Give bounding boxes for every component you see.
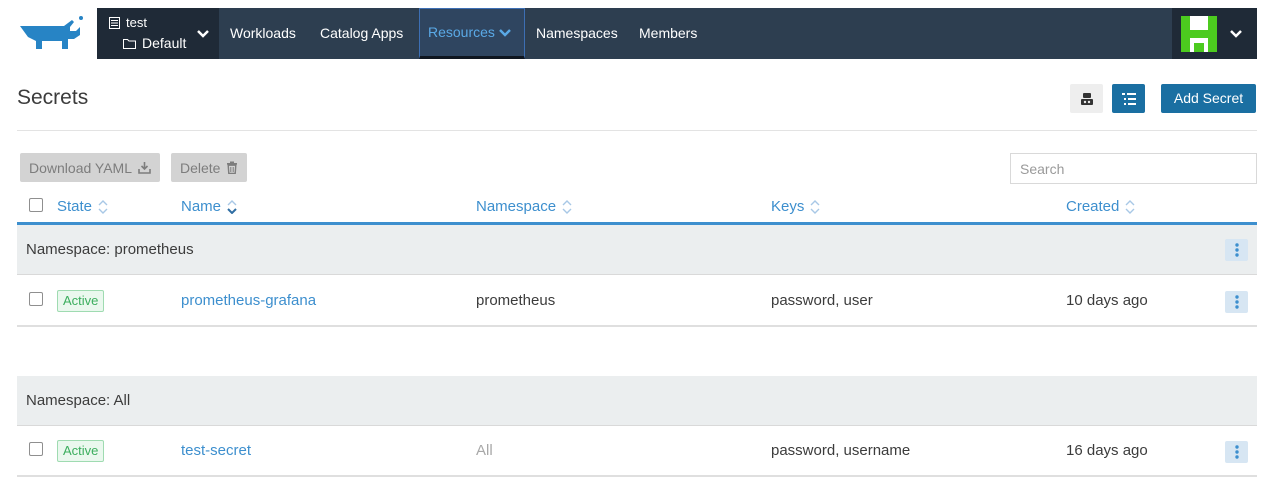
main-nav: test Default Workloads Catalog Apps Reso…	[97, 8, 1257, 59]
delete-button[interactable]: Delete	[171, 153, 248, 182]
secret-name-link[interactable]: prometheus-grafana	[181, 292, 316, 309]
row-checkbox[interactable]	[29, 292, 43, 306]
robot-icon	[1080, 92, 1093, 105]
keys-cell: password, user	[771, 292, 873, 309]
folder-icon	[123, 38, 136, 49]
table-row: Active prometheus-grafana prometheus pas…	[17, 276, 1257, 327]
project-name: Default	[142, 35, 187, 51]
nav-item-catalog-apps[interactable]: Catalog Apps	[320, 8, 403, 59]
column-label: Namespace	[476, 198, 557, 215]
namespace-cell: All	[476, 442, 493, 459]
chevron-down-icon	[197, 30, 209, 38]
user-menu[interactable]	[1172, 8, 1257, 59]
header-divider	[17, 130, 1257, 131]
nav-item-resources[interactable]: Resources	[419, 8, 525, 59]
row-actions-button[interactable]	[1225, 291, 1248, 313]
column-label: Keys	[771, 198, 805, 215]
group-label: Namespace: prometheus	[26, 241, 194, 258]
nav-item-resources-label: Resources	[428, 24, 495, 40]
kebab-menu-icon	[1234, 445, 1239, 459]
cluster-label: test	[109, 15, 147, 30]
column-header-state[interactable]: State	[57, 198, 108, 215]
sort-icon	[1125, 199, 1135, 214]
cluster-icon	[109, 16, 120, 29]
status-badge: Active	[57, 290, 105, 312]
group-row-all: Namespace: All	[17, 376, 1257, 426]
trash-icon	[227, 161, 238, 174]
column-header-keys[interactable]: Keys	[771, 198, 820, 215]
group-label: Namespace: All	[26, 392, 131, 409]
column-header-namespace[interactable]: Namespace	[476, 198, 572, 215]
project-switcher[interactable]: test Default	[97, 8, 219, 59]
column-header-name[interactable]: Name	[181, 198, 237, 215]
kebab-menu-icon	[1234, 243, 1239, 257]
sort-icon	[562, 199, 572, 214]
nav-item-workloads[interactable]: Workloads	[230, 8, 296, 59]
namespace-cell: prometheus	[476, 292, 556, 309]
project-label: Default	[123, 35, 186, 51]
secret-name-link[interactable]: test-secret	[181, 442, 251, 459]
kubectl-shell-button[interactable]	[1070, 84, 1103, 113]
created-cell: 16 days ago	[1066, 442, 1148, 459]
chevron-down-icon	[499, 29, 511, 37]
column-label: Created	[1066, 198, 1120, 215]
table-row: Active test-secret All password, usernam…	[17, 426, 1257, 477]
column-label: State	[57, 198, 93, 215]
download-yaml-label: Download YAML	[29, 159, 132, 176]
rancher-logo[interactable]	[14, 14, 84, 50]
sort-icon	[98, 199, 108, 214]
select-all-checkbox[interactable]	[29, 198, 43, 212]
nav-item-members[interactable]: Members	[639, 8, 697, 59]
row-actions-button[interactable]	[1225, 441, 1248, 463]
delete-label: Delete	[180, 159, 221, 176]
add-secret-button[interactable]: Add Secret	[1161, 84, 1256, 113]
created-cell: 10 days ago	[1066, 292, 1148, 309]
cluster-name: test	[126, 15, 147, 30]
page-title: Secrets	[17, 86, 89, 109]
chevron-down-icon	[1230, 30, 1242, 38]
status-badge: Active	[57, 440, 105, 462]
column-label: Name	[181, 198, 222, 215]
sort-descending-icon	[227, 199, 237, 214]
download-icon	[138, 162, 151, 174]
identicon-avatar	[1181, 16, 1217, 52]
group-actions-button[interactable]	[1225, 239, 1248, 261]
row-checkbox[interactable]	[29, 442, 43, 456]
list-view-button[interactable]	[1112, 84, 1145, 113]
top-bar: test Default Workloads Catalog Apps Reso…	[0, 0, 1272, 67]
download-yaml-button[interactable]: Download YAML	[20, 153, 160, 182]
column-header-created[interactable]: Created	[1066, 198, 1135, 215]
group-row-prometheus: Namespace: prometheus	[17, 225, 1257, 275]
list-icon	[1121, 92, 1136, 105]
sort-icon	[810, 199, 820, 214]
kebab-menu-icon	[1234, 295, 1239, 309]
search-input[interactable]	[1010, 153, 1257, 184]
nav-item-namespaces[interactable]: Namespaces	[536, 8, 618, 59]
keys-cell: password, username	[771, 442, 911, 459]
